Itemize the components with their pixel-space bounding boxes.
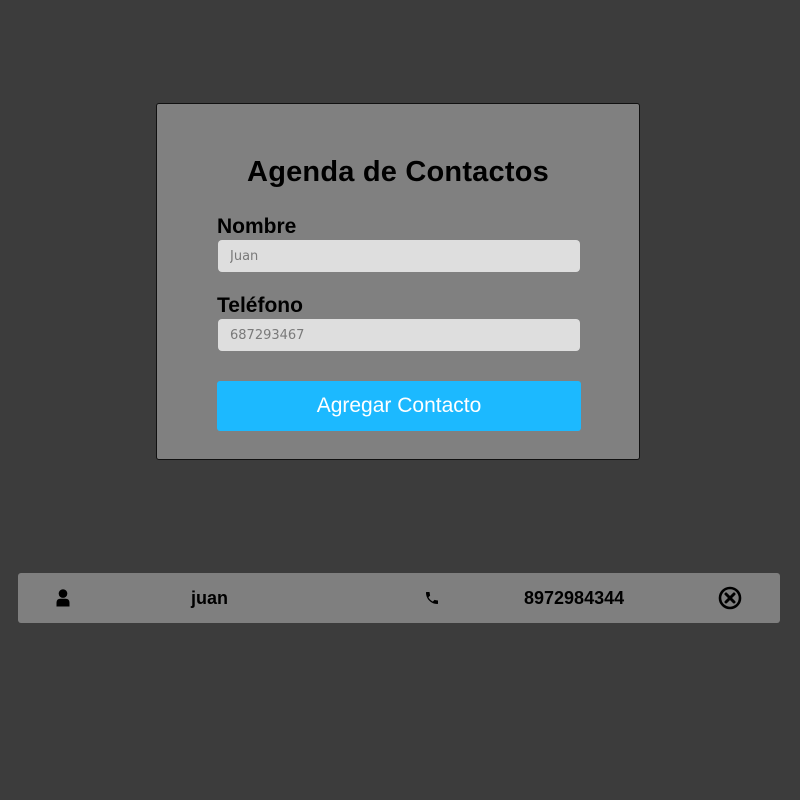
contact-name: juan: [191, 587, 229, 608]
close-circle-icon[interactable]: [718, 573, 742, 623]
user-icon: [56, 573, 70, 623]
phone-input[interactable]: [218, 319, 580, 351]
contact-form-card: Agenda de Contactos Nombre Teléfono Agre…: [156, 103, 640, 460]
name-label: Nombre: [217, 215, 297, 238]
page: Agenda de Contactos Nombre Teléfono Agre…: [0, 0, 800, 800]
contact-phone: 8972984344: [524, 587, 625, 608]
add-contact-button[interactable]: Agregar Contacto: [217, 381, 581, 431]
page-title: Agenda de Contactos: [247, 156, 549, 188]
contact-row: juan 8972984344: [18, 573, 780, 623]
phone-icon: [424, 573, 440, 623]
phone-label: Teléfono: [217, 294, 303, 317]
name-input[interactable]: [218, 240, 580, 272]
